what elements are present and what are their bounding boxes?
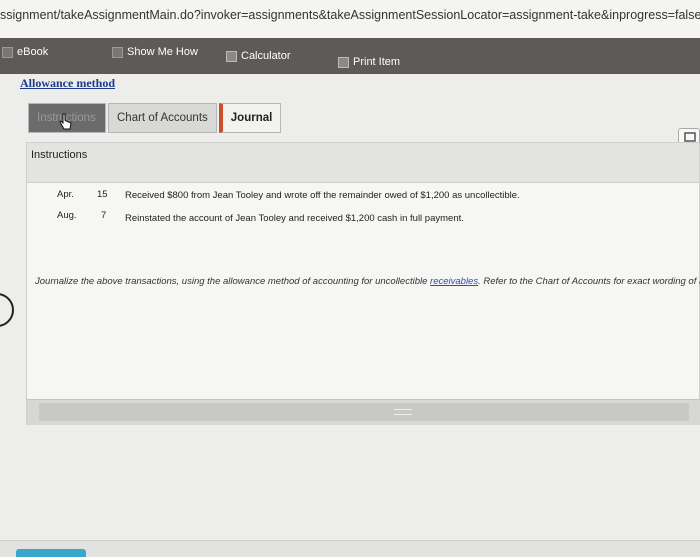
show-me-how-label: Show Me How	[127, 46, 198, 58]
bottom-bar	[0, 540, 700, 557]
panel-title: Instructions	[27, 143, 699, 183]
grip-icon	[394, 409, 412, 415]
transaction-month: Apr.	[57, 189, 74, 200]
calculator-icon	[226, 50, 237, 62]
scrollbar-thumb[interactable]	[39, 403, 689, 421]
play-icon	[112, 46, 123, 58]
ebook-label: eBook	[17, 46, 49, 58]
toolbar: eBook Show Me How Calculator Print Item	[0, 38, 700, 74]
book-icon	[2, 46, 13, 58]
transaction-description: Received $800 from Jean Tooley and wrote…	[125, 190, 520, 201]
transaction-month: Aug.	[57, 210, 77, 221]
tab-chart-of-accounts[interactable]: Chart of Accounts	[108, 103, 217, 133]
transaction-day: 7	[101, 210, 107, 221]
tab-journal[interactable]: Journal	[218, 103, 282, 133]
instruction-paragraph: Journalize the above transactions, using…	[35, 276, 700, 287]
calculator-button[interactable]: Calculator	[226, 50, 291, 62]
instruction-text-end: . Refer to the Chart of Accounts for exa…	[478, 276, 700, 287]
bottom-button[interactable]	[16, 549, 86, 557]
transaction-description: Reinstated the account of Jean Tooley an…	[125, 213, 464, 224]
ebook-button[interactable]: eBook	[2, 46, 48, 58]
receivables-link[interactable]: receivables	[430, 276, 478, 287]
calculator-label: Calculator	[241, 50, 291, 62]
print-icon	[338, 56, 349, 68]
print-item-button[interactable]: Print Item	[338, 56, 400, 68]
hand-pointer-icon	[59, 113, 72, 130]
transaction-day: 15	[97, 189, 108, 200]
page-title[interactable]: Allowance method	[20, 76, 115, 91]
horizontal-scrollbar[interactable]	[27, 399, 700, 425]
print-item-label: Print Item	[353, 56, 401, 68]
instructions-panel: Instructions Apr. 15 Received $800 from …	[26, 142, 700, 425]
instruction-text-start: Journalize the above transactions, using…	[35, 276, 431, 287]
show-me-how-button[interactable]: Show Me How	[112, 46, 198, 58]
url-text: ssignment/takeAssignmentMain.do?invoker=…	[0, 8, 700, 22]
